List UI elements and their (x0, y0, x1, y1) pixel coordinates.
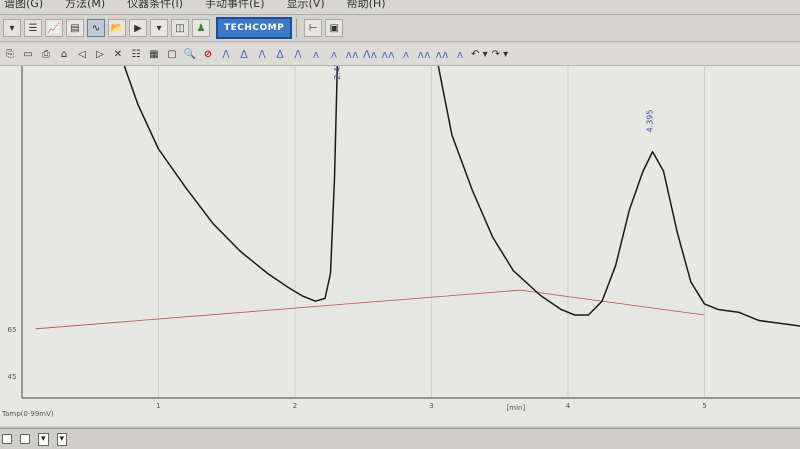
corner-label: Tamp(0-99mV) (1, 410, 54, 418)
menu-item[interactable]: 手动事件(E) (201, 0, 269, 14)
person-icon[interactable]: ♟ (192, 19, 210, 37)
table-icon[interactable]: ☷ (128, 45, 144, 63)
report-icon[interactable]: ▣ (325, 19, 344, 37)
redo-icon[interactable]: ↷ ▾ (491, 45, 510, 63)
x-axis-label: [min] (507, 404, 526, 412)
menu-item[interactable]: 显示(V) (283, 0, 329, 14)
peak-toolbar: ⎘ ▭ ⎙ ⌂ ◁ ▷ ✕ ☷ ▦ ▢ 🔍 ⊘ Λ Δ Λ Δ Λ ʌ ᴧ ʌʌ… (0, 43, 800, 66)
peak-tool-icon[interactable]: Λʌ (362, 45, 378, 63)
x-tick-label: 2 (293, 402, 297, 410)
menu-bar: 谱图(G) 方法(M) 仪器条件(I) 手动事件(E) 显示(V) 帮助(H) (0, 0, 800, 15)
timeline-icon[interactable]: ⊢ (304, 19, 323, 37)
x-ticks: 1 2 3 4 5 (156, 402, 706, 410)
page-icon[interactable]: ▭ (20, 45, 36, 63)
peak-label: 2.425 (333, 66, 342, 80)
menu-item[interactable]: 仪器条件(I) (123, 0, 187, 14)
peak-tool-icon[interactable]: Λ (290, 45, 306, 63)
arrow-right-icon[interactable]: ▷ (92, 45, 108, 63)
peak-tool-icon[interactable]: ᴧʌ (380, 45, 396, 63)
stop-icon[interactable]: ⊘ (200, 45, 216, 63)
arrow-left-icon[interactable]: ◁ (74, 45, 90, 63)
peak-tool-icon[interactable]: ᴧᴧ (434, 45, 450, 63)
dropdown-icon[interactable]: ▾ (150, 19, 168, 37)
peak-tool-icon[interactable]: Δ (272, 45, 288, 63)
techcomp-logo[interactable]: TECHCOMP (216, 17, 293, 39)
y-tick-label: 45 (8, 373, 17, 381)
menu-item[interactable]: 方法(M) (61, 0, 109, 14)
status-checkbox-1[interactable] (2, 434, 12, 444)
x-tick-label: 4 (566, 402, 571, 410)
dropdown-icon[interactable]: ▾ (3, 19, 21, 37)
status-bar: ▾ ▾ (0, 428, 800, 449)
peak-tool-icon[interactable]: ʌ (308, 45, 324, 63)
copy-icon[interactable]: ⎘ (2, 45, 18, 63)
undo-icon[interactable]: ↶ ▾ (470, 45, 489, 63)
peak-tool-icon[interactable]: Λ (218, 45, 234, 63)
peak-tool-icon[interactable]: ᴧ (326, 45, 342, 63)
status-select-2[interactable]: ▾ (56, 432, 68, 446)
chromatogram-panel[interactable]: 12345 65 45 2.425 4.395 [min] Tamp(0-99mV) (0, 57, 800, 426)
open-icon[interactable]: 📂 (108, 19, 126, 37)
peak-tool-icon[interactable]: ʌ (398, 45, 414, 63)
menu-item[interactable]: 谱图(G) (0, 0, 47, 14)
status-select-1[interactable]: ▾ (38, 432, 49, 446)
x-tick-label: 3 (429, 402, 433, 410)
main-toolbar: ▾ ☰ 📈 ▤ ∿ 📂 ▶ ▾ ◫ ♟ TECHCOMP ⊢ ▣ (0, 15, 800, 42)
peak-tool-icon[interactable]: ᴧᴧ (416, 45, 432, 63)
chromatogram-chart[interactable]: 12345 6545 2.4254.395 [min] Tamp(0-99mV) (0, 57, 800, 426)
y-tick-label: 65 (8, 326, 17, 334)
separator (296, 19, 298, 37)
series-line (437, 65, 800, 327)
spectrum-icon[interactable]: ∿ (87, 19, 105, 37)
view-icon[interactable]: ◫ (171, 19, 189, 37)
zoom-icon[interactable]: 🔍 (182, 45, 198, 63)
print-icon[interactable]: ⎙ (38, 45, 54, 63)
y-ticks: 65 45 (8, 326, 17, 381)
series-group (123, 65, 800, 327)
peak-tool-icon[interactable]: ʌʌ (344, 45, 360, 63)
series-line (123, 65, 339, 302)
frame-icon[interactable]: ▢ (164, 45, 180, 63)
chart-icon[interactable]: 📈 (45, 19, 63, 37)
x-tick-label: 5 (702, 402, 706, 410)
peak-tool-icon[interactable]: Λ (254, 45, 270, 63)
peak-tool-icon[interactable]: ᴧ (452, 45, 468, 63)
list-icon[interactable]: ☰ (24, 19, 42, 37)
delete-icon[interactable]: ✕ (110, 45, 126, 63)
peak-label: 4.395 (646, 109, 655, 132)
peak-labels: 2.425 4.395 (333, 57, 655, 132)
peak-tool-icon[interactable]: Δ (236, 45, 252, 63)
grid (21, 66, 705, 398)
x-tick-label: 1 (156, 402, 160, 410)
bar-chart-icon[interactable]: ▤ (66, 19, 84, 37)
grid-icon[interactable]: ▦ (146, 45, 162, 63)
status-checkbox-2[interactable] (20, 434, 30, 444)
run-icon[interactable]: ▶ (129, 19, 147, 37)
preview-icon[interactable]: ⌂ (56, 45, 72, 63)
menu-item[interactable]: 帮助(H) (343, 0, 390, 14)
